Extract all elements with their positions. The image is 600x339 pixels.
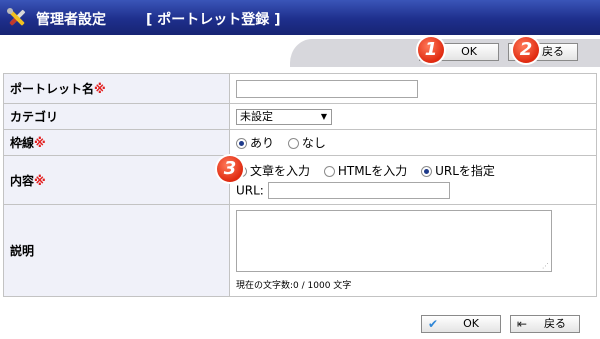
content-label: 内容※ xyxy=(3,155,230,205)
url-label: URL: xyxy=(236,183,264,197)
content-option-html[interactable]: HTMLを入力 xyxy=(323,162,407,179)
portlet-name-input[interactable] xyxy=(236,79,418,98)
ok-button-label: OK xyxy=(461,45,477,58)
content-option-url[interactable]: URLを指定 xyxy=(421,162,495,179)
back-button-label: 戻る xyxy=(544,317,566,330)
marker-2: 2 xyxy=(513,37,539,63)
border-option-nashi[interactable]: なし xyxy=(287,134,326,151)
back-button-label: 戻る xyxy=(542,45,564,58)
tools-icon xyxy=(7,8,26,26)
category-selected-value: 未設定 xyxy=(240,109,273,123)
url-input[interactable] xyxy=(267,181,450,199)
border-label: 枠線※ xyxy=(3,129,230,156)
marker-3: 3 xyxy=(217,156,243,182)
radio-icon[interactable] xyxy=(236,138,247,149)
page-subtitle: [ ポートレット登録 ] xyxy=(146,12,281,28)
content-option-text[interactable]: 文章を入力 xyxy=(236,162,310,179)
category-select[interactable]: 未設定 ▼ xyxy=(236,108,332,125)
ok-button-bottom[interactable]: ✔ OK xyxy=(421,315,501,333)
back-arrow-icon: ⇤ xyxy=(517,317,528,331)
border-option-ari[interactable]: あり xyxy=(236,134,274,151)
char-counter: 現在の文字数:0 / 1000 文字 xyxy=(236,281,352,291)
marker-1: 1 xyxy=(418,37,444,63)
radio-icon[interactable] xyxy=(323,165,335,177)
ok-button-label: OK xyxy=(463,317,479,330)
check-icon: ✔ xyxy=(428,317,439,331)
title-bar: 管理者設定 [ ポートレット登録 ] xyxy=(0,0,600,35)
portlet-form: ポートレット名※ カテゴリ 未設定 ▼ 枠線※ あり なし 内容※ 文章を入力 H… xyxy=(3,73,597,297)
description-label: 説明 xyxy=(3,204,230,297)
resize-grip-icon[interactable]: ⋰ xyxy=(542,262,549,270)
radio-icon[interactable] xyxy=(421,165,433,177)
page-title: 管理者設定 xyxy=(36,12,106,28)
back-button-bottom[interactable]: ⇤ 戻る xyxy=(510,315,580,333)
description-textarea[interactable]: ⋰ xyxy=(236,210,552,272)
chevron-down-icon: ▼ xyxy=(320,111,327,121)
portlet-name-label: ポートレット名※ xyxy=(3,73,230,104)
radio-icon[interactable] xyxy=(287,138,299,149)
category-label: カテゴリ xyxy=(3,103,230,130)
